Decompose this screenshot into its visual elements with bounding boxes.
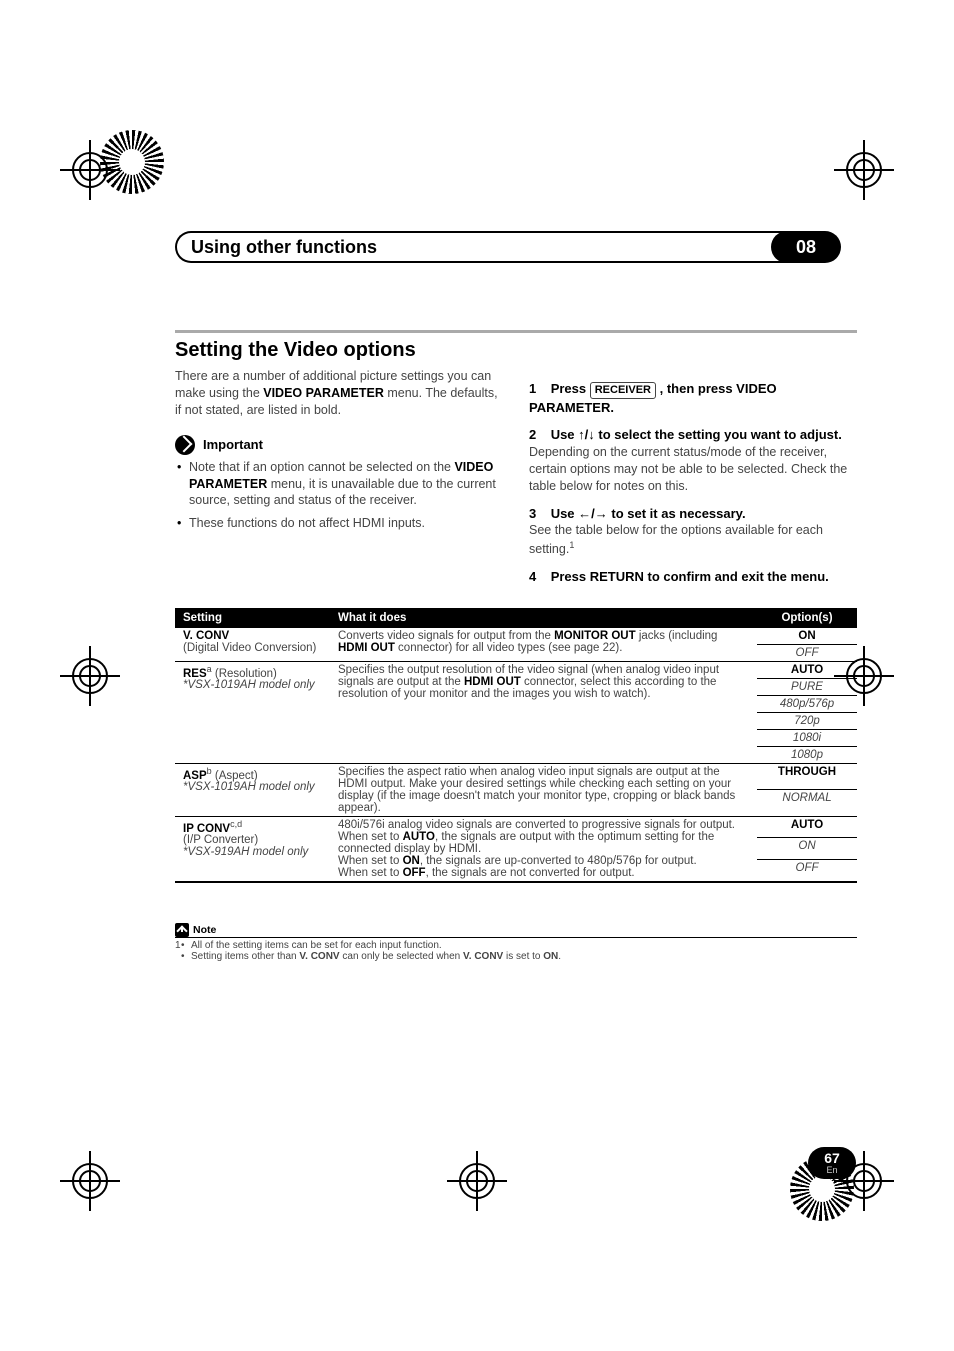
page-title: Using other functions <box>191 237 377 258</box>
list-item: These functions do not affect HDMI input… <box>175 515 503 532</box>
right-column: 1 Press RECEIVER , then press VIDEO PARA… <box>529 368 857 586</box>
page-content: Setting the Video options There are a nu… <box>175 330 857 962</box>
page-number: 67 <box>824 1151 840 1165</box>
registration-mark <box>447 1151 507 1211</box>
rule <box>175 330 857 333</box>
intro-bold: VIDEO PARAMETER <box>263 386 384 400</box>
note-box: Note 1 All of the setting items can be s… <box>175 923 857 962</box>
option-cell: OFF <box>757 644 857 661</box>
option-cell: ON <box>757 628 857 645</box>
option-cell: NORMAL <box>757 790 857 817</box>
setting-desc-cell: Specifies the aspect ratio when analog v… <box>330 763 757 816</box>
arrow-left-right-icon: ←/→ <box>578 506 608 521</box>
setting-desc-cell: 480i/576i analog video signals are conve… <box>330 816 757 882</box>
col-header-options: Option(s) <box>757 608 857 628</box>
registration-mark <box>60 646 120 706</box>
note-label: Note <box>193 924 216 936</box>
col-header-what: What it does <box>330 608 757 628</box>
left-column: There are a number of additional picture… <box>175 368 503 586</box>
settings-table: Setting What it does Option(s) V. CONV (… <box>175 608 857 883</box>
chapter-number: 08 <box>796 237 816 258</box>
step-number: 4 <box>529 569 536 584</box>
important-icon <box>175 435 195 455</box>
setting-name-cell: ASPb (Aspect) *VSX-1019AH model only <box>175 763 330 816</box>
option-cell: 480p/576p <box>757 695 857 712</box>
registration-mark <box>60 1151 120 1211</box>
step-number: 1 <box>529 381 536 396</box>
option-cell: 720p <box>757 712 857 729</box>
setting-name-cell: V. CONV (Digital Video Conversion) <box>175 628 330 662</box>
option-cell: PURE <box>757 678 857 695</box>
step-number: 3 <box>529 506 536 521</box>
page-number-tab: 67 En <box>808 1147 856 1179</box>
option-cell: THROUGH <box>757 763 857 790</box>
section-heading: Setting the Video options <box>175 339 857 362</box>
col-header-setting: Setting <box>175 608 330 628</box>
page-lang: En <box>826 1166 837 1175</box>
note-item: 1 All of the setting items can be set fo… <box>175 940 857 951</box>
step-description: Depending on the current status/mode of … <box>529 444 857 495</box>
option-cell: 1080i <box>757 729 857 746</box>
note-icon <box>175 923 189 937</box>
important-label: Important <box>203 436 263 454</box>
receiver-button-label: RECEIVER <box>590 382 656 399</box>
option-cell: AUTO <box>757 661 857 678</box>
setting-name-cell: RESa (Resolution) *VSX-1019AH model only <box>175 661 330 763</box>
list-item: Note that if an option cannot be selecte… <box>175 459 503 510</box>
footnote-ref: 1 <box>569 540 574 550</box>
option-cell: AUTO <box>757 816 857 838</box>
step-number: 2 <box>529 427 536 442</box>
setting-desc-cell: Specifies the output resolution of the v… <box>330 661 757 763</box>
arrow-up-down-icon: ↑/↓ <box>578 427 595 442</box>
option-cell: 1080p <box>757 746 857 763</box>
note-item: Setting items other than V. CONV can onl… <box>175 951 857 962</box>
registration-mark <box>834 140 894 200</box>
setting-desc-cell: Converts video signals for output from t… <box>330 628 757 662</box>
option-cell: OFF <box>757 859 857 881</box>
chapter-badge: 08 <box>771 231 841 263</box>
registration-mark <box>60 140 120 200</box>
setting-name-cell: IP CONVc,d (I/P Converter) *VSX-919AH mo… <box>175 816 330 882</box>
page-header: Using other functions 08 <box>175 231 857 263</box>
option-cell: ON <box>757 838 857 860</box>
